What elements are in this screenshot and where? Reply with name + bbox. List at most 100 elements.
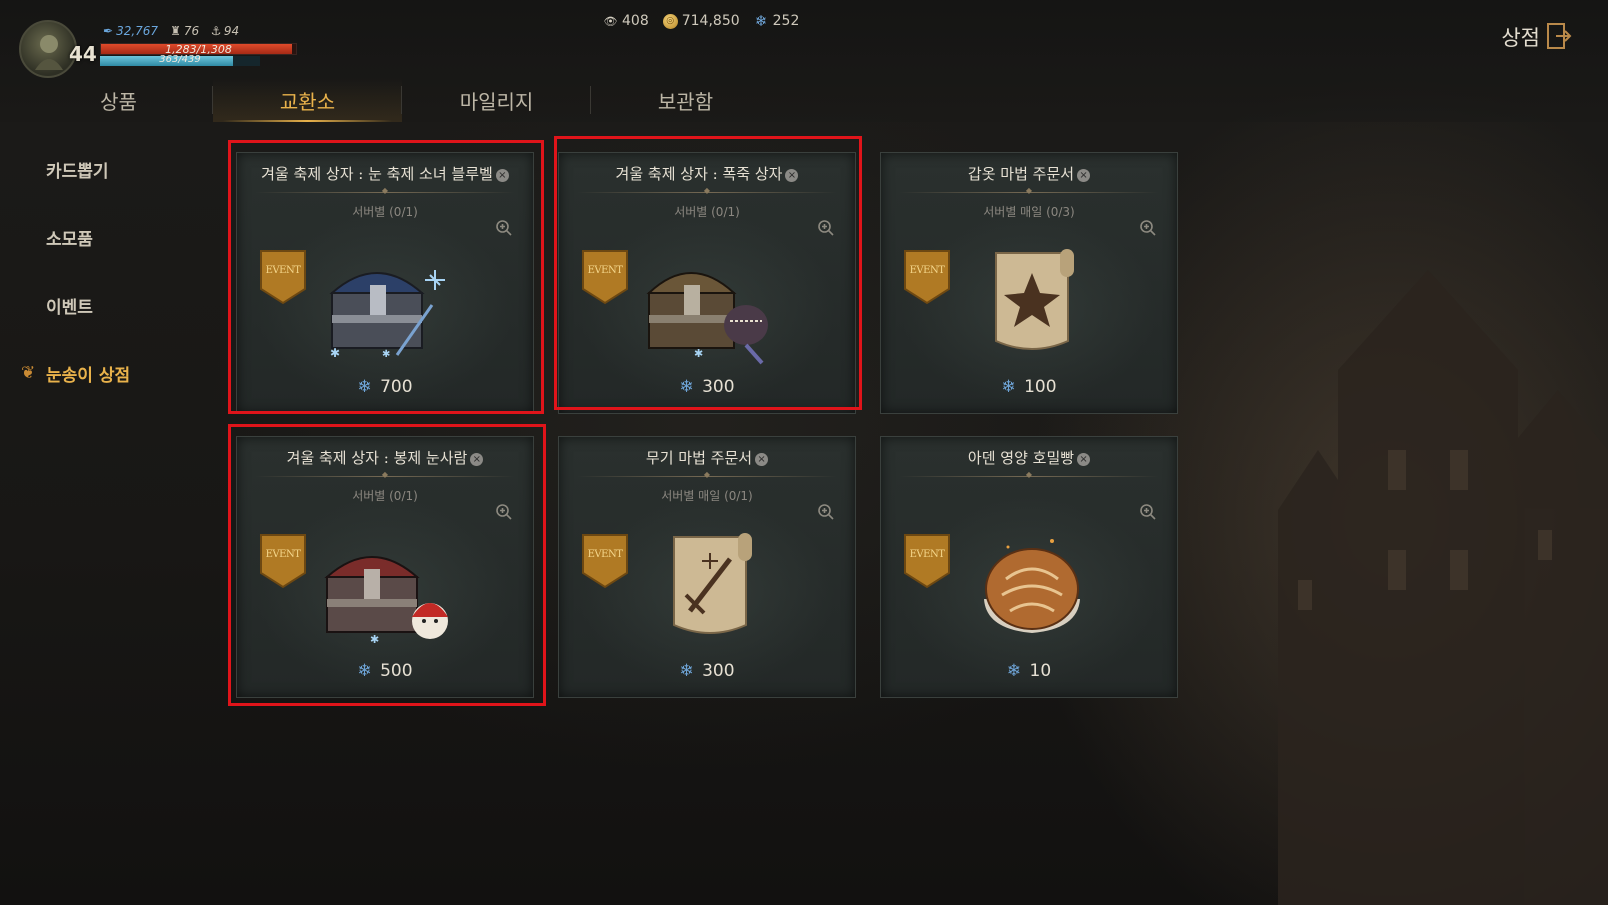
title-divider <box>577 192 837 193</box>
sidebar-item-card-draw[interactable]: 카드뽑기 <box>0 135 210 203</box>
event-banner: EVENT <box>903 533 951 589</box>
event-label: EVENT <box>265 265 301 276</box>
banner-shape-icon <box>904 534 950 589</box>
event-label: EVENT <box>265 549 301 560</box>
banner-shape-icon <box>904 250 950 305</box>
event-banner: EVENT <box>903 249 951 305</box>
item-title-text: 겨울 축제 상자 : 봉제 눈사람 <box>286 449 468 467</box>
stat-b-value: 94 <box>223 24 240 38</box>
shop-item-card[interactable]: 겨울 축제 상자 : 봉제 눈사람× 서버별 (0/1) EVENT ✱ ❄ 5… <box>236 436 534 698</box>
tab-exchange[interactable]: 교환소 <box>213 78 402 122</box>
zoom-in-icon[interactable] <box>495 219 513 237</box>
title-divider <box>255 192 515 193</box>
title-divider <box>899 476 1159 477</box>
tab-mileage[interactable]: 마일리지 <box>402 78 591 122</box>
item-price: ❄ 10 <box>881 661 1177 681</box>
event-banner: EVENT <box>581 249 629 305</box>
snowflake-icon: ❄ <box>1001 377 1016 397</box>
event-banner: EVENT <box>581 533 629 589</box>
item-title: 무기 마법 주문서 × <box>559 447 855 468</box>
currency-eye: 👁 408 <box>603 13 649 29</box>
stat-a: ♜ 76 <box>170 24 199 38</box>
snowflake-icon: ❄ <box>1006 661 1022 681</box>
item-title: 겨울 축제 상자 : 눈 축제 소녀 블루벨 × <box>237 163 533 184</box>
event-banner: EVENT <box>259 249 307 305</box>
title-divider <box>577 476 837 477</box>
character-portrait-icon <box>35 35 63 70</box>
info-icon[interactable]: × <box>470 453 484 466</box>
currency-gold-value: 714,850 <box>681 13 740 29</box>
title-divider <box>899 192 1159 193</box>
info-icon[interactable]: × <box>1077 169 1091 182</box>
top-bar: 44 ✒ 32,767 ♜ 76 ⚓ 94 1,283/1,308 363/43… <box>0 0 1608 122</box>
shop-item-card[interactable]: 겨울 축제 상자 : 폭죽 상자× 서버별 (0/1) EVENT ✱ ❄ 30… <box>558 152 856 414</box>
currency-snowflake: ❄ 252 <box>754 13 800 29</box>
purchase-limit: 서버별 매일 (0/1) <box>661 489 753 503</box>
info-icon[interactable]: × <box>1077 453 1091 466</box>
info-icon[interactable]: × <box>755 453 769 466</box>
info-icon[interactable]: × <box>495 169 509 182</box>
gold-coin-icon: ◎ <box>662 13 678 29</box>
item-title-text: 갑옷 마법 주문서 <box>967 165 1075 183</box>
shop-item-card[interactable]: 갑옷 마법 주문서× 서버별 매일 (0/3) EVENT ❄ 100 <box>880 152 1178 414</box>
purchase-limit: 서버별 (0/1) <box>352 489 418 503</box>
armor-scroll-icon <box>995 249 1074 350</box>
item-price: ❄ 300 <box>559 661 855 681</box>
item-title: 아덴 영양 호밀빵 × <box>881 447 1177 468</box>
snowflake-icon: ❄ <box>357 661 372 681</box>
player-level: 44 <box>69 42 97 66</box>
item-title: 갑옷 마법 주문서 × <box>881 163 1177 184</box>
currency-eye-value: 408 <box>622 13 649 29</box>
sidebar-item-event[interactable]: 이벤트 <box>0 271 210 339</box>
zoom-in-icon[interactable] <box>817 503 835 521</box>
castle-background <box>1278 270 1608 905</box>
item-price-value: 10 <box>1029 661 1052 681</box>
banner-shape-icon <box>582 250 628 305</box>
currency-snowflake-value: 252 <box>772 13 800 29</box>
item-price: ❄ 700 <box>237 377 533 397</box>
sidebar-item-snowflake-shop[interactable]: ❦ 눈송이 상점 <box>0 339 210 407</box>
sidebar-item-consumables[interactable]: 소모품 <box>0 203 210 271</box>
event-banner: EVENT <box>259 533 307 589</box>
player-stats: ✒ 32,767 ♜ 76 ⚓ 94 <box>103 24 239 38</box>
item-price: ❄ 100 <box>881 377 1177 397</box>
boot-icon: ⚓ <box>211 24 221 38</box>
shop-item-card[interactable]: 아덴 영양 호밀빵× EVENT ❄ 10 <box>880 436 1178 698</box>
purchase-limit: 서버별 (0/1) <box>352 205 418 219</box>
item-title-text: 아덴 영양 호밀빵 <box>967 449 1075 467</box>
feather-icon: ✒ <box>103 24 114 38</box>
svg-text:✱: ✱ <box>694 347 703 360</box>
item-title-text: 겨울 축제 상자 : 폭죽 상자 <box>615 165 783 183</box>
tab-storage[interactable]: 보관함 <box>591 78 780 122</box>
bread-icon <box>984 539 1080 633</box>
selected-marker-icon: ❦ <box>21 363 36 383</box>
item-grid: 겨울 축제 상자 : 눈 축제 소녀 블루벨× 서버별 (0/1) EVENT … <box>236 152 1178 698</box>
exit-icon[interactable] <box>1546 22 1572 50</box>
item-price: ❄ 300 <box>559 377 855 397</box>
stat-b: ⚓ 94 <box>211 24 239 38</box>
item-price-value: 300 <box>702 661 735 681</box>
zoom-in-icon[interactable] <box>1139 219 1157 237</box>
shop-item-card[interactable]: 겨울 축제 상자 : 눈 축제 소녀 블루벨× 서버별 (0/1) EVENT … <box>236 152 534 414</box>
currency-gold: ◎ 714,850 <box>662 13 740 29</box>
sidebar-item-label: 카드뽑기 <box>46 161 109 182</box>
item-price-value: 700 <box>380 377 413 397</box>
page-title: 상점 <box>1501 26 1540 50</box>
zoom-in-icon[interactable] <box>817 219 835 237</box>
shop-item-card[interactable]: 무기 마법 주문서× 서버별 매일 (0/1) EVENT ❄ 300 <box>558 436 856 698</box>
eye-icon: 👁 <box>603 14 618 28</box>
purchase-limit: 서버별 (0/1) <box>674 205 740 219</box>
event-label: EVENT <box>587 265 623 276</box>
banner-shape-icon <box>260 534 306 589</box>
banner-shape-icon <box>582 534 628 589</box>
zoom-in-icon[interactable] <box>1139 503 1157 521</box>
item-title-text: 무기 마법 주문서 <box>645 449 753 467</box>
item-title-text: 겨울 축제 상자 : 눈 축제 소녀 블루벨 <box>261 165 493 183</box>
banner-shape-icon <box>260 250 306 305</box>
item-price: ❄ 500 <box>237 661 533 681</box>
info-icon[interactable]: × <box>785 169 799 182</box>
zoom-in-icon[interactable] <box>495 503 513 521</box>
tab-products[interactable]: 상품 <box>24 78 213 122</box>
tab-bar: 상품 교환소 마일리지 보관함 <box>24 78 780 122</box>
item-title: 겨울 축제 상자 : 폭죽 상자 × <box>559 163 855 184</box>
